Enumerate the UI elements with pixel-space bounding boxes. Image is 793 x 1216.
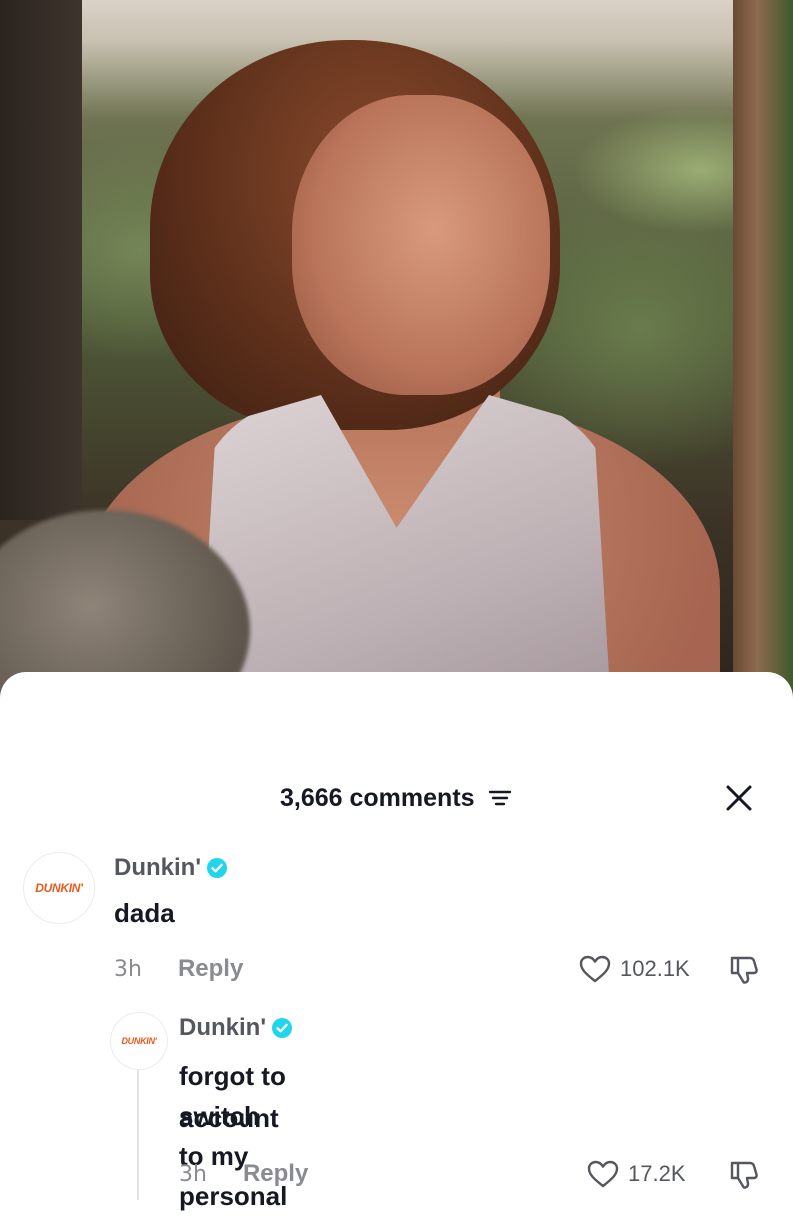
reply-text-line-2: account	[179, 1103, 279, 1133]
heart-icon	[579, 955, 611, 983]
close-icon[interactable]	[724, 783, 754, 813]
like-button[interactable]: 17.2K	[586, 1159, 686, 1189]
reply-meta: 3h Reply	[179, 1160, 308, 1188]
dunkin-logo: DUNKIN'	[35, 881, 83, 895]
reply-button[interactable]: Reply	[178, 955, 243, 983]
verified-badge-icon	[207, 858, 228, 878]
username[interactable]: Dunkin'	[114, 854, 201, 882]
comment-meta: 3h Reply	[114, 955, 243, 983]
comments-sheet	[0, 672, 793, 1200]
username-row: Dunkin'	[179, 1014, 293, 1042]
avatar[interactable]: DUNKIN'	[110, 1012, 168, 1070]
avatar[interactable]: DUNKIN'	[23, 852, 95, 924]
username[interactable]: Dunkin'	[179, 1014, 266, 1042]
dislike-icon[interactable]	[727, 1159, 761, 1191]
comment-count: 3,666 comments	[280, 784, 475, 812]
woman-face	[292, 95, 550, 395]
comments-header: 3,666 comments	[0, 782, 793, 814]
background-post	[733, 0, 793, 700]
dislike-icon[interactable]	[727, 954, 761, 986]
reply-thread-line	[137, 1070, 139, 1200]
like-count: 102.1K	[620, 956, 690, 981]
dunkin-logo: DUNKIN'	[121, 1036, 157, 1046]
like-button[interactable]: 102.1K	[578, 954, 690, 984]
like-count: 17.2K	[628, 1161, 686, 1186]
comment-text: dada	[114, 898, 175, 928]
reply-button[interactable]: Reply	[243, 1160, 308, 1188]
background-door	[0, 0, 82, 520]
timestamp: 3h	[114, 956, 142, 982]
video-frame-photo[interactable]	[0, 0, 793, 700]
verified-badge-icon	[272, 1018, 293, 1038]
timestamp: 3h	[179, 1161, 207, 1187]
heart-icon	[587, 1160, 619, 1188]
sort-filter-icon[interactable]	[487, 786, 513, 810]
username-row: Dunkin'	[114, 854, 228, 882]
